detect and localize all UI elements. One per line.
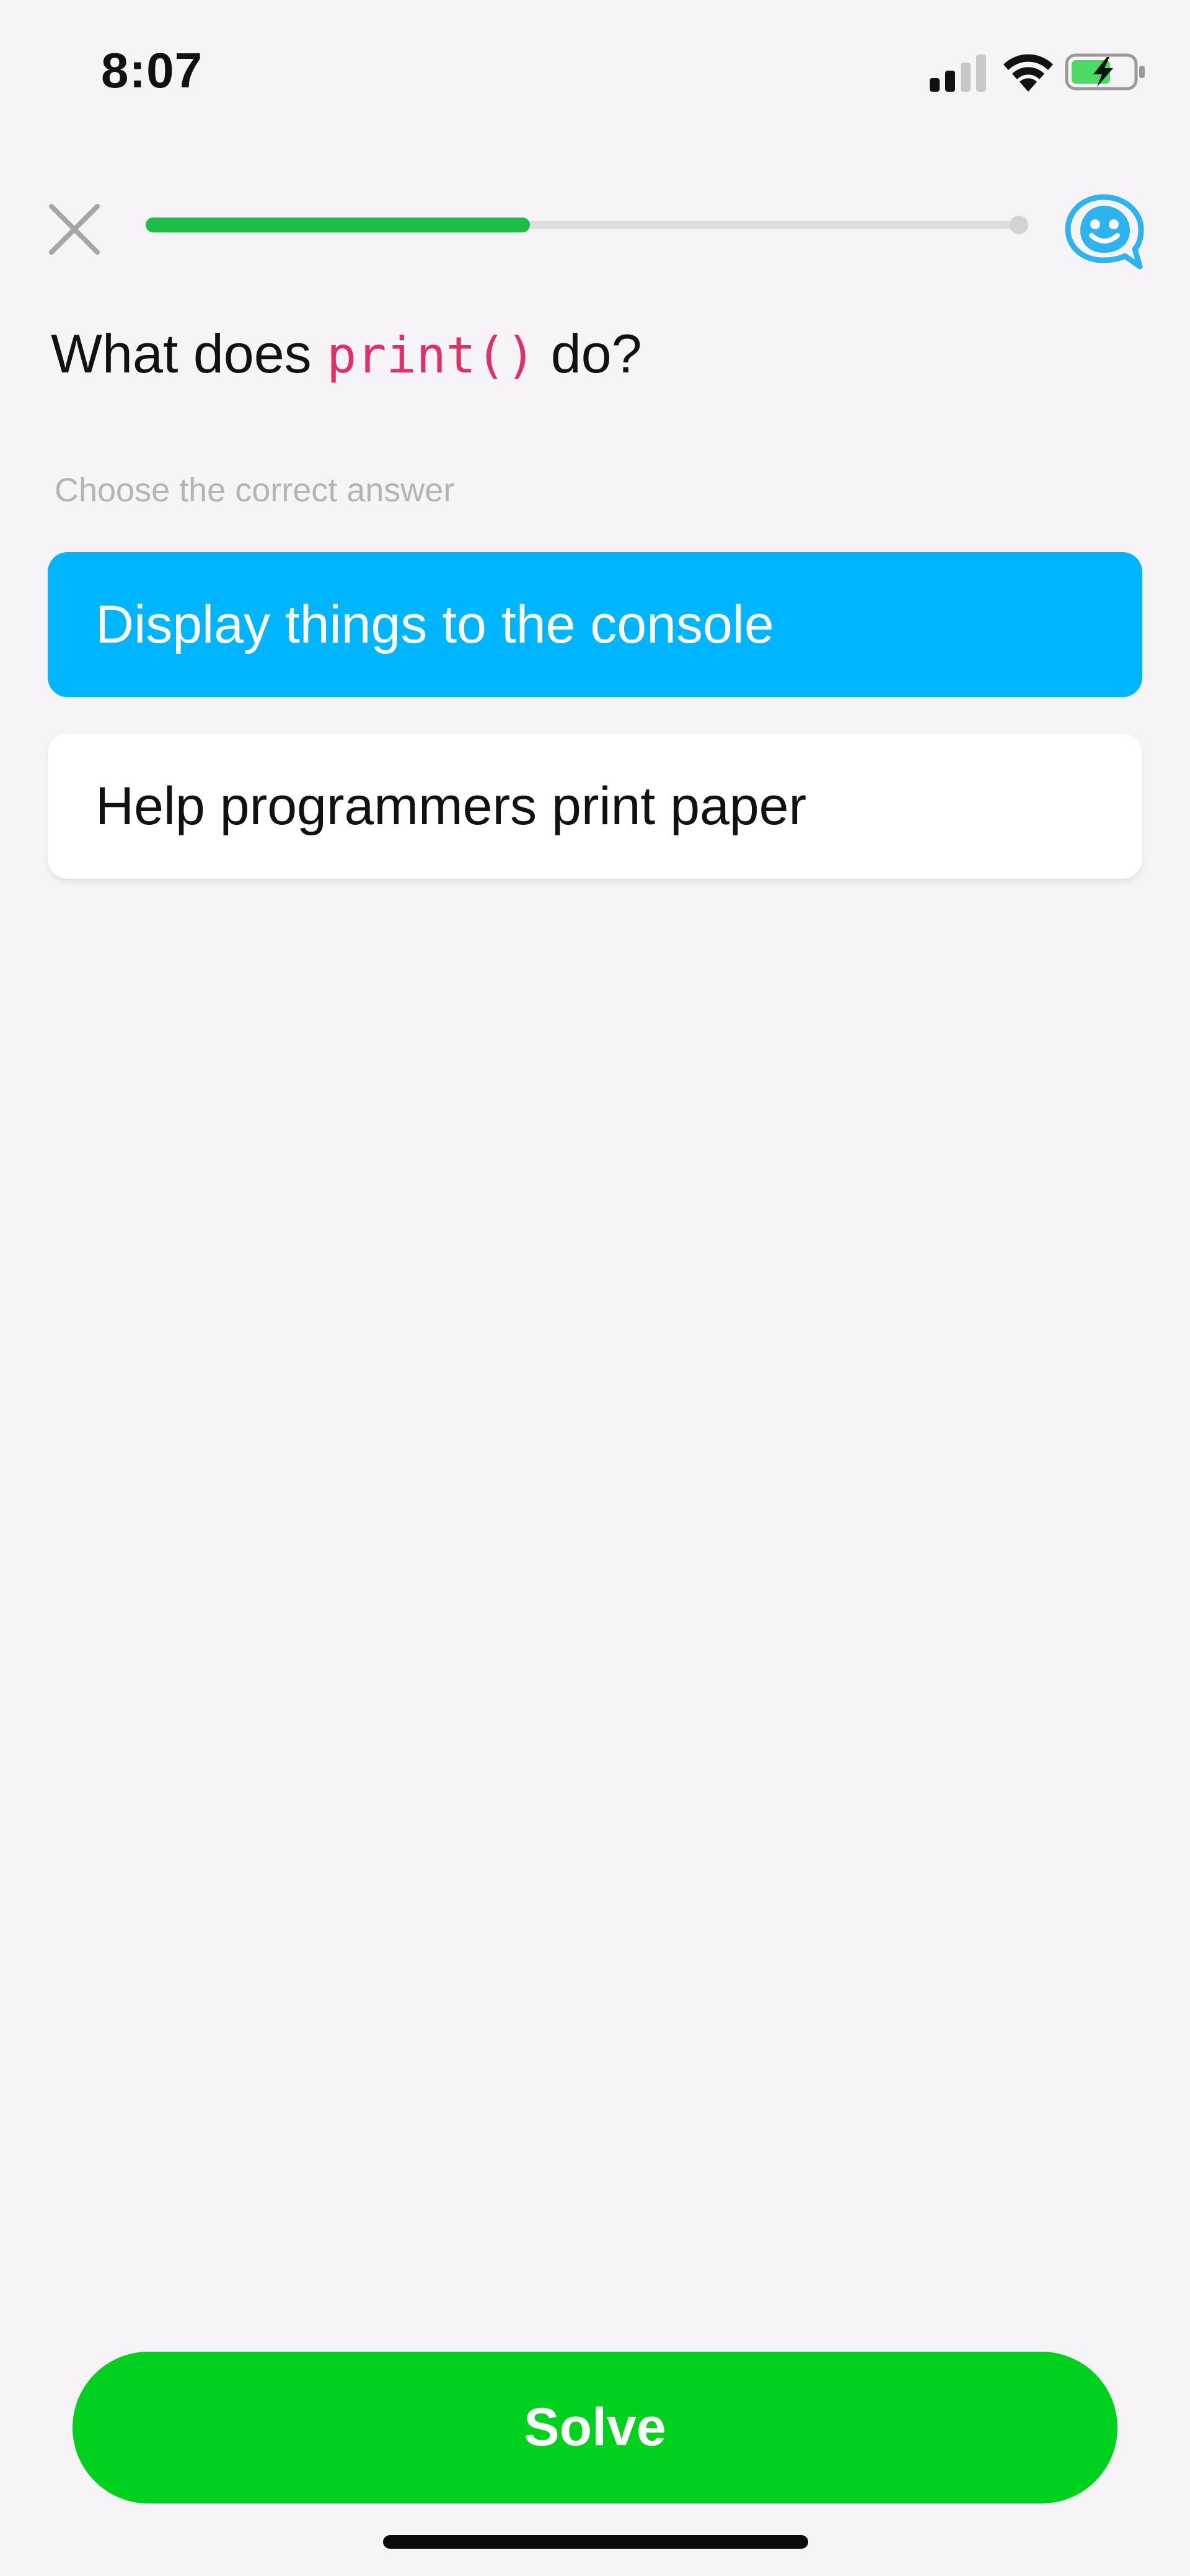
question-prefix: What does (51, 323, 327, 384)
solve-button[interactable]: Solve (73, 2352, 1117, 2503)
progress-end-dot (1010, 216, 1028, 234)
answer-option-1[interactable]: Display things to the console (48, 552, 1142, 697)
progress-fill (146, 218, 531, 232)
help-button[interactable] (1063, 192, 1147, 273)
answer-option-label: Help programmers print paper (95, 776, 807, 836)
close-icon (49, 204, 100, 255)
home-indicator (383, 2535, 808, 2549)
wifi-icon (1003, 54, 1053, 92)
answer-option-label: Display things to the console (95, 594, 774, 654)
instruction-text: Choose the correct answer (55, 472, 455, 509)
answer-option-2[interactable]: Help programmers print paper (48, 734, 1142, 879)
smiley-chat-icon (1065, 194, 1144, 270)
lesson-progress-bar (146, 216, 1028, 234)
status-bar: 8:07 (0, 0, 1190, 146)
solve-button-label: Solve (524, 2398, 666, 2457)
question-suffix: do? (536, 323, 642, 384)
question-code: print() (327, 327, 536, 384)
question-text: What does print() do? (51, 322, 642, 385)
status-time: 8:07 (101, 43, 203, 98)
signal-icon (930, 55, 986, 92)
close-button[interactable] (43, 198, 105, 260)
battery-charging-icon (1065, 53, 1145, 90)
